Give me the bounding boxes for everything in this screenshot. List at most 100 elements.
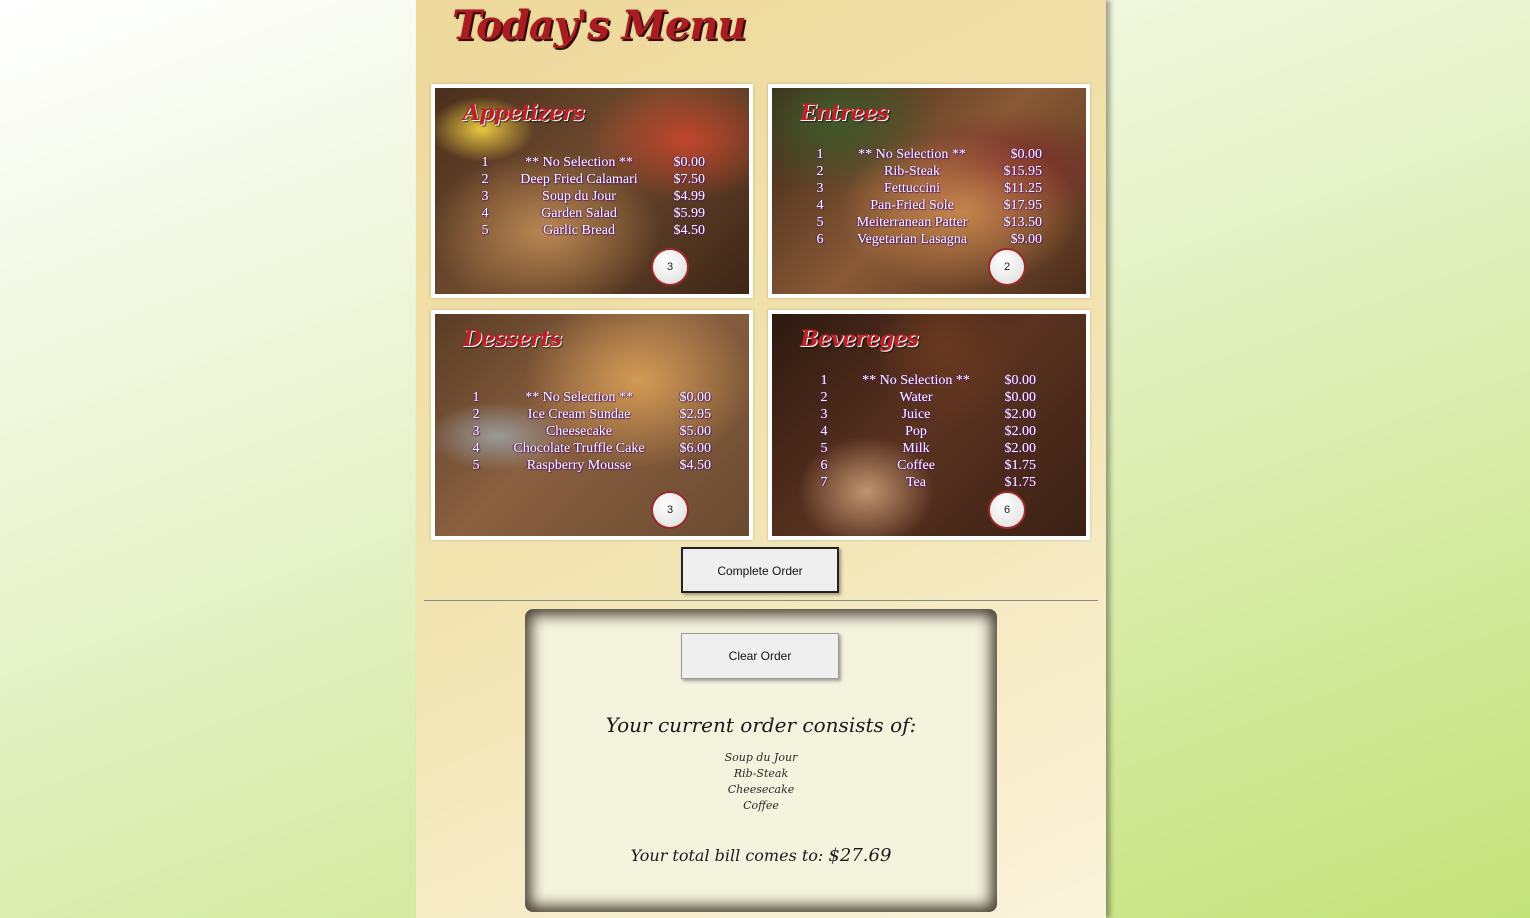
order-items-list: Soup du Jour Rib-Steak Cheesecake Coffee xyxy=(525,750,997,814)
beverages-quantity-button[interactable]: 6 xyxy=(988,491,1026,529)
total-label: Your total bill comes to: xyxy=(630,846,824,865)
list-item[interactable]: 4 Garden Salad $5.99 xyxy=(435,205,749,222)
item-name: Garden Salad xyxy=(541,206,617,221)
list-item[interactable]: 2 Ice Cream Sundae $2.95 xyxy=(435,406,749,423)
item-price: $0.00 xyxy=(1010,147,1043,162)
item-price: $5.00 xyxy=(679,424,712,439)
item-price: $13.50 xyxy=(1003,215,1043,230)
list-item[interactable]: 6 Vegetarian Lasagna $9.00 xyxy=(772,231,1086,248)
page-title: Today's Menu xyxy=(452,2,747,49)
item-price: $2.95 xyxy=(679,407,712,422)
complete-order-button[interactable]: Complete Order xyxy=(681,547,839,593)
item-number: 2 xyxy=(472,407,480,422)
item-number: 7 xyxy=(820,475,828,490)
item-number: 1 xyxy=(820,373,828,388)
order-item: Soup du Jour xyxy=(724,751,798,764)
desserts-list[interactable]: 1 ** No Selection ** $0.00 2 Ice Cream Sund… xyxy=(435,389,749,474)
desserts-quantity-button[interactable]: 3 xyxy=(651,491,689,529)
item-number: 5 xyxy=(481,223,489,238)
item-name: Water xyxy=(899,390,933,405)
item-name: ** No Selection ** xyxy=(858,147,966,162)
item-price: $2.00 xyxy=(1004,424,1037,439)
list-item[interactable]: 1 ** No Selection ** $0.00 xyxy=(435,389,749,406)
beverages-list[interactable]: 1 ** No Selection ** $0.00 2 Water $0.00 3 Ju… xyxy=(772,372,1086,491)
list-item[interactable]: 4 Pan-Fried Sole $17.95 xyxy=(772,197,1086,214)
list-item[interactable]: 1 ** No Selection ** $0.00 xyxy=(772,146,1086,163)
list-item[interactable]: 4 Chocolate Truffle Cake $6.00 xyxy=(435,440,749,457)
appetizers-quantity-button[interactable]: 3 xyxy=(651,248,689,286)
item-number: 2 xyxy=(820,390,828,405)
clear-order-button[interactable]: Clear Order xyxy=(681,633,839,679)
appetizers-card: Appetizers 1 ** No Selection ** $0.00 2 Dee… xyxy=(431,84,753,298)
list-item[interactable]: 3 Fettuccini $11.25 xyxy=(772,180,1086,197)
list-item[interactable]: 5 Garlic Bread $4.50 xyxy=(435,222,749,239)
order-item: Coffee xyxy=(743,799,779,812)
order-heading: Your current order consists of: xyxy=(605,713,917,737)
entrees-quantity-button[interactable]: 2 xyxy=(988,248,1026,286)
item-name: Tea xyxy=(905,475,926,490)
list-item[interactable]: 1 ** No Selection ** $0.00 xyxy=(772,372,1086,389)
item-name: Milk xyxy=(902,441,930,456)
order-summary-panel: Clear Order Your current order consists … xyxy=(525,609,997,912)
item-name: Pop xyxy=(905,424,927,439)
list-item[interactable]: 6 Coffee $1.75 xyxy=(772,457,1086,474)
item-number: 4 xyxy=(472,441,480,456)
list-item[interactable]: 1 ** No Selection ** $0.00 xyxy=(435,154,749,171)
appetizers-title: Appetizers xyxy=(463,100,585,126)
item-number: 3 xyxy=(816,181,824,196)
item-number: 3 xyxy=(481,189,489,204)
desserts-title: Desserts xyxy=(463,326,562,352)
item-number: 4 xyxy=(816,198,824,213)
list-item[interactable]: 5 Raspberry Mousse $4.50 xyxy=(435,457,749,474)
item-price: $6.00 xyxy=(679,441,712,456)
item-price: $2.00 xyxy=(1004,441,1037,456)
item-number: 5 xyxy=(816,215,824,230)
item-name: Vegetarian Lasagna xyxy=(857,232,967,247)
item-price: $2.00 xyxy=(1004,407,1037,422)
entrees-list[interactable]: 1 ** No Selection ** $0.00 2 Rib-Steak $15.9… xyxy=(772,146,1086,248)
total-amount: $27.69 xyxy=(828,845,892,866)
list-item[interactable]: 7 Tea $1.75 xyxy=(772,474,1086,491)
item-price: $17.95 xyxy=(1003,198,1043,213)
item-name: ** No Selection ** xyxy=(862,373,970,388)
list-item[interactable]: 5 Milk $2.00 xyxy=(772,440,1086,457)
item-price: $4.99 xyxy=(673,189,706,204)
item-name: Fettuccini xyxy=(884,181,940,196)
item-name: Soup du Jour xyxy=(542,189,616,204)
list-item[interactable]: 5 Meiterranean Patter $13.50 xyxy=(772,214,1086,231)
order-item: Cheesecake xyxy=(727,783,795,796)
list-item[interactable]: 2 Water $0.00 xyxy=(772,389,1086,406)
item-number: 5 xyxy=(820,441,828,456)
appetizers-list[interactable]: 1 ** No Selection ** $0.00 2 Deep Fried Cal… xyxy=(435,154,749,239)
item-price: $0.00 xyxy=(1004,373,1037,388)
entrees-card: Entrees 1 ** No Selection ** $0.00 2 Rib-St… xyxy=(768,84,1090,298)
list-item[interactable]: 3 Juice $2.00 xyxy=(772,406,1086,423)
item-name: Ice Cream Sundae xyxy=(527,407,631,422)
item-price: $5.99 xyxy=(673,206,706,221)
list-item[interactable]: 3 Soup du Jour $4.99 xyxy=(435,188,749,205)
list-item[interactable]: 4 Pop $2.00 xyxy=(772,423,1086,440)
item-price: $7.50 xyxy=(673,172,706,187)
menu-page: Today's Menu Appetizers 1 ** No Selection… xyxy=(416,0,1106,918)
item-name: Deep Fried Calamari xyxy=(520,172,638,187)
item-number: 6 xyxy=(816,232,824,247)
item-name: Juice xyxy=(901,407,931,422)
item-number: 3 xyxy=(820,407,828,422)
item-name: Garlic Bread xyxy=(543,223,615,238)
order-total: Your total bill comes to: $27.69 xyxy=(525,845,997,866)
list-item[interactable]: 3 Cheesecake $5.00 xyxy=(435,423,749,440)
list-item[interactable]: 2 Deep Fried Calamari $7.50 xyxy=(435,171,749,188)
item-price: $11.25 xyxy=(1004,181,1042,196)
item-number: 1 xyxy=(816,147,824,162)
item-price: $15.95 xyxy=(1003,164,1043,179)
order-item: Rib-Steak xyxy=(733,767,789,780)
item-name: Chocolate Truffle Cake xyxy=(513,441,645,456)
desserts-card: Desserts 1 ** No Selection ** $0.00 2 Ice C… xyxy=(431,310,753,540)
item-price: $1.75 xyxy=(1004,458,1037,473)
item-name: Pan-Fried Sole xyxy=(870,198,954,213)
list-item[interactable]: 2 Rib-Steak $15.95 xyxy=(772,163,1086,180)
item-name: Raspberry Mousse xyxy=(526,458,632,473)
item-number: 5 xyxy=(472,458,480,473)
item-price: $9.00 xyxy=(1010,232,1043,247)
item-name: Rib-Steak xyxy=(884,164,940,179)
